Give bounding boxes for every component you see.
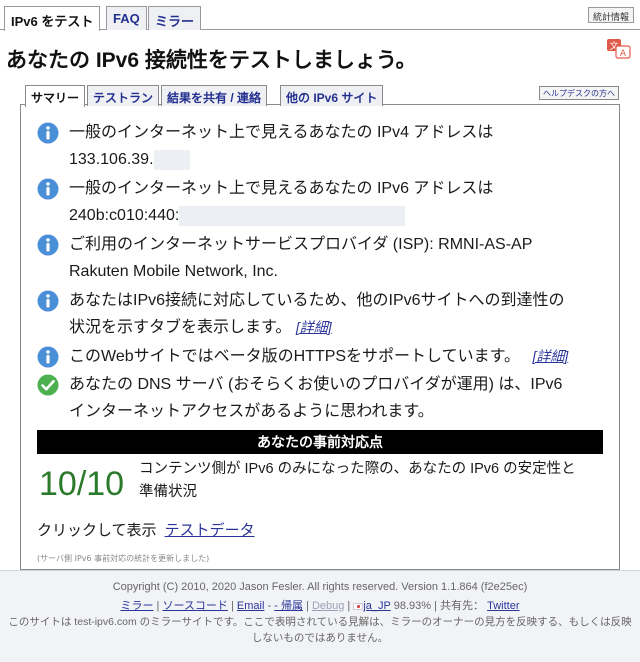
test-data-link[interactable]: テストデータ bbox=[165, 522, 255, 539]
footer: Copyright (C) 2010, 2020 Jason Fesler. A… bbox=[0, 570, 640, 662]
readiness-heading: あなたの事前対応点 bbox=[37, 430, 603, 454]
readiness-score: 10/10 bbox=[39, 465, 125, 503]
click-to-show-row: クリックして表示 テストデータ bbox=[37, 519, 255, 540]
twitter-link[interactable]: Twitter bbox=[487, 600, 519, 612]
separator: | bbox=[344, 600, 354, 612]
top-nav: IPv6 をテスト FAQ ミラー 統計情報 bbox=[0, 0, 640, 31]
language-percent: 98.93% bbox=[390, 600, 432, 612]
tab-summary[interactable]: サマリー bbox=[25, 85, 86, 107]
details-link[interactable]: [詳細] bbox=[532, 348, 568, 364]
tab-share-contact[interactable]: 結果を共有 / 連絡 bbox=[161, 85, 268, 106]
summary-panel: サマリー テストラン 結果を共有 / 連絡 他の IPv6 サイト ヘルプデスク… bbox=[20, 85, 620, 570]
tab-faq[interactable]: FAQ bbox=[106, 6, 147, 30]
redacted-block bbox=[179, 205, 406, 226]
click-to-show-label: クリックして表示 bbox=[37, 522, 157, 539]
tab-ipv6-test[interactable]: IPv6 をテスト bbox=[4, 6, 101, 31]
ipv6-address: 240b:c010:440: bbox=[69, 207, 180, 224]
tab-test-run[interactable]: テストラン bbox=[87, 85, 160, 106]
redacted-block bbox=[153, 149, 190, 170]
info-icon bbox=[37, 290, 59, 312]
result-text: あなたの DNS サーバ (おそらくお使いのプロバイダが運用) は、IPv6 bbox=[69, 376, 563, 393]
result-text: あなたはIPv6接続に対応しているため、他のIPv6サイトへの到達性の bbox=[69, 292, 565, 309]
info-icon bbox=[37, 346, 59, 368]
result-text: このWebサイトではベータ版のHTTPSをサポートしています。 bbox=[69, 348, 520, 365]
readiness-desc-line: コンテンツ側が IPv6 のみになった際の、あなたの IPv6 の安定性と bbox=[139, 461, 576, 477]
isp-name: Rakuten Mobile Network, Inc. bbox=[69, 263, 278, 280]
result-ipv6-capable: あなたはIPv6接続に対応しているため、他のIPv6サイトへの到達性の 状況を示… bbox=[37, 287, 607, 341]
readiness-desc-line: 準備状況 bbox=[139, 484, 197, 500]
result-text: 状況を示すタブを表示します。 bbox=[69, 319, 292, 336]
result-text: ご利用のインターネットサービスプロバイダ (ISP): RMNI-AS-AP bbox=[69, 236, 533, 253]
check-icon bbox=[37, 374, 59, 396]
source-code-link[interactable]: ソースコード bbox=[162, 600, 227, 612]
readiness-description: コンテンツ側が IPv6 のみになった際の、あなたの IPv6 の安定性と 準備… bbox=[139, 458, 609, 504]
result-text: 一般のインターネット上で見えるあなたの IPv6 アドレスは bbox=[69, 180, 494, 197]
result-isp: ご利用のインターネットサービスプロバイダ (ISP): RMNI-AS-AP R… bbox=[37, 231, 607, 285]
page-title: あなたの IPv6 接続性をテストしましょう。 bbox=[6, 49, 417, 72]
mirror-link[interactable]: ミラー bbox=[121, 600, 154, 612]
copyright: Copyright (C) 2010, 2020 Jason Fesler. A… bbox=[112, 581, 528, 593]
helpdesk-button[interactable]: ヘルプデスクの方へ bbox=[539, 86, 619, 100]
svg-text:A: A bbox=[620, 49, 627, 59]
server-stats-note: (サーバ側 IPv6 事前対応の統計を更新しました) bbox=[37, 554, 210, 563]
details-link[interactable]: [詳細] bbox=[296, 319, 332, 335]
mirror-disclaimer: このサイトは test-ipv6.com のミラーサイトです。ここで表明されてい… bbox=[8, 616, 632, 644]
share-label: | 共有先： bbox=[431, 600, 485, 612]
result-text: インターネットアクセスがあるように思われます。 bbox=[69, 403, 434, 420]
info-icon bbox=[37, 122, 59, 144]
language-link[interactable]: ja_JP bbox=[363, 600, 390, 612]
separator: - bbox=[264, 600, 275, 612]
email-link[interactable]: Email bbox=[237, 600, 265, 612]
result-dns: あなたの DNS サーバ (おそらくお使いのプロバイダが運用) は、IPv6 イ… bbox=[37, 371, 607, 425]
flag-icon bbox=[353, 602, 364, 610]
stats-button[interactable]: 統計情報 bbox=[587, 7, 634, 23]
separator: | bbox=[227, 600, 237, 612]
footer-links: ミラー | ソースコード | Email - - 帰属 | Debug | ja… bbox=[0, 597, 640, 613]
tab-other-ipv6-sites[interactable]: 他の IPv6 サイト bbox=[280, 85, 384, 106]
tab-mirror[interactable]: ミラー bbox=[148, 6, 202, 30]
result-ipv4: 一般のインターネット上で見えるあなたの IPv4 アドレスは 133.106.3… bbox=[37, 119, 607, 173]
ipv4-address: 133.106.39. bbox=[69, 151, 154, 168]
info-icon bbox=[37, 234, 59, 256]
result-ipv6: 一般のインターネット上で見えるあなたの IPv6 アドレスは 240b:c010… bbox=[37, 175, 607, 229]
result-https: このWebサイトではベータ版のHTTPSをサポートしています。 [詳細] bbox=[37, 343, 607, 370]
info-icon bbox=[37, 178, 59, 200]
separator: | bbox=[302, 600, 312, 612]
debug-link[interactable]: Debug bbox=[312, 600, 344, 612]
translate-icon[interactable]: 文 A bbox=[606, 38, 632, 60]
result-text: 一般のインターネット上で見えるあなたの IPv4 アドレスは bbox=[69, 124, 494, 141]
attribution-link[interactable]: - 帰属 bbox=[274, 600, 303, 612]
